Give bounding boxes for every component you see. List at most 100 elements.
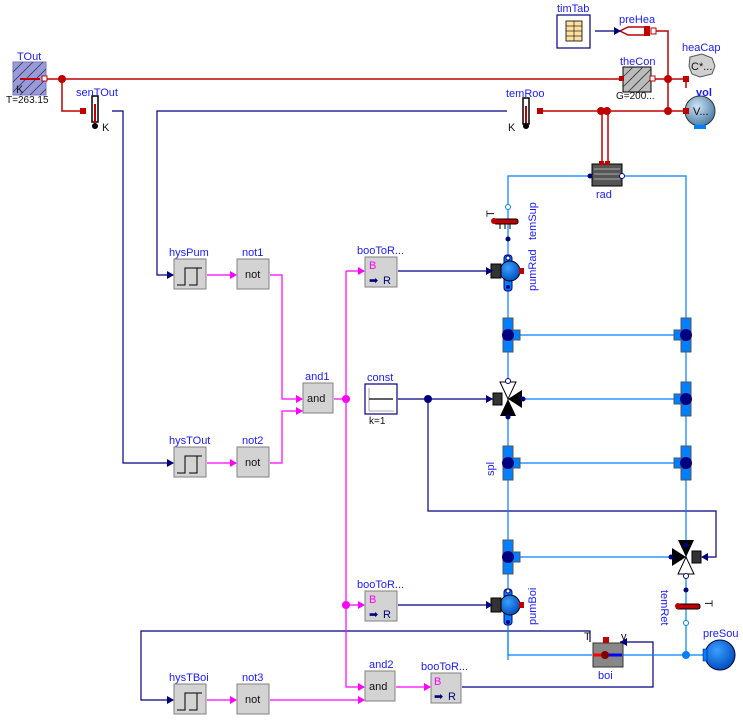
- sig-booToRea3-boi: [462, 641, 654, 688]
- theCon-param: G=200...: [616, 91, 655, 102]
- junction-dots: [58, 75, 690, 659]
- not3-label: not3: [242, 672, 263, 684]
- vol-label: vol: [696, 87, 712, 99]
- component-hysPum[interactable]: hysPum: [169, 247, 209, 290]
- and1-label: and1: [305, 371, 329, 383]
- booToRea2-out: R: [383, 609, 391, 621]
- temSup-label: temSup: [527, 202, 539, 240]
- booToRea3-label: booToR...: [421, 661, 468, 673]
- component-preHea[interactable]: preHea: [618, 14, 657, 36]
- sig-temRoo-hysPum: [156, 110, 507, 276]
- heat-connections: [30, 30, 687, 163]
- signal-connections: [112, 30, 717, 701]
- const-param: k=1: [369, 416, 386, 427]
- booToRea1-arrow: ➡: [369, 275, 378, 287]
- component-preSou[interactable]: preSou: [702, 628, 738, 671]
- component-hysTOut[interactable]: hysTOut: [169, 435, 210, 478]
- tee-left-4: [502, 539, 521, 575]
- component-temRoo[interactable]: K temRoo: [506, 88, 545, 134]
- component-booToRea2[interactable]: B ➡ R booToR...: [357, 579, 404, 622]
- temRoo-unit: K: [508, 122, 516, 134]
- tee-left-1: [502, 317, 521, 353]
- arrowheads: [167, 27, 708, 704]
- senTOut-unit: K: [102, 122, 110, 134]
- and1-text: and: [307, 393, 325, 405]
- not1-label: not1: [242, 247, 263, 259]
- TOut-label: TOut: [17, 51, 41, 63]
- fluid-connections: [507, 175, 705, 660]
- vol-text: V...: [693, 106, 709, 118]
- temRet-port: T: [702, 600, 714, 607]
- temRoo-label: temRoo: [506, 88, 545, 100]
- component-temSup[interactable]: T temSup: [485, 202, 539, 242]
- and2-label: and2: [369, 659, 393, 671]
- theCon-label: theCon: [620, 56, 655, 68]
- component-pumBoi[interactable]: pumBoi: [490, 588, 539, 626]
- hysTBoi-label: hysTBoi: [169, 672, 209, 684]
- component-timTab[interactable]: timTab: [556, 3, 591, 49]
- booToRea3-in: B: [434, 676, 441, 688]
- component-vol[interactable]: V... vol: [683, 87, 716, 129]
- booToRea2-arrow: ➡: [369, 609, 378, 621]
- tee-right-3: [673, 445, 692, 481]
- fluid-to-boi: [507, 630, 592, 656]
- TOut-param: T=263.15: [6, 95, 49, 106]
- heaCap-text: C*...: [691, 61, 712, 73]
- component-valve-mix[interactable]: [492, 378, 526, 420]
- const-label: const: [367, 372, 393, 384]
- booToRea1-out: R: [383, 275, 391, 287]
- pumBoi-label: pumBoi: [527, 588, 539, 625]
- bool-not2-and1: [270, 410, 302, 464]
- component-const[interactable]: const k=1: [364, 372, 398, 427]
- temRet-label: temRet: [658, 590, 670, 625]
- fluid-return-right: [622, 175, 687, 560]
- preSou-label: preSou: [703, 628, 738, 640]
- booToRea2-in: B: [369, 594, 376, 606]
- not3-text: not: [245, 694, 260, 706]
- component-and2[interactable]: and and2: [364, 659, 396, 702]
- tee-left-3: [502, 445, 521, 481]
- booToRea3-arrow: ➡: [434, 691, 443, 703]
- booToRea3-out: R: [448, 691, 456, 703]
- temSup-port: T: [485, 210, 497, 217]
- component-boi[interactable]: T y boi: [584, 631, 627, 682]
- spl-label: spl: [485, 462, 497, 476]
- component-booToRea3[interactable]: B ➡ R booToR...: [421, 661, 468, 704]
- boi-port-T: T: [584, 631, 591, 643]
- preHea-label: preHea: [619, 14, 656, 26]
- sig-senTOut-hysTOut: [112, 110, 173, 464]
- diagram-canvas: K TOut T=263.15 K senTOut K temRoo timTa…: [6, 3, 738, 715]
- component-pumRad[interactable]: pumRad: [490, 249, 539, 292]
- booToRea1-label: booToR...: [357, 245, 404, 257]
- tee-right-2: [673, 381, 692, 417]
- component-senTOut[interactable]: K senTOut: [76, 87, 118, 134]
- bool-not1-and1: [270, 274, 302, 400]
- heaCap-label: heaCap: [682, 42, 721, 54]
- pumRad-label: pumRad: [527, 249, 539, 291]
- sig-const-valve2: [427, 399, 717, 558]
- and2-text: and: [369, 681, 387, 693]
- tee-right-1: [673, 317, 692, 353]
- component-not2[interactable]: not not2: [236, 435, 270, 478]
- hysPum-label: hysPum: [169, 247, 209, 259]
- not1-text: not: [245, 269, 260, 281]
- senTOut-label: senTOut: [76, 87, 118, 99]
- component-booToRea1[interactable]: B ➡ R booToR...: [357, 245, 404, 288]
- component-TOut[interactable]: K TOut T=263.15: [6, 51, 49, 106]
- component-theCon[interactable]: theCon G=200...: [616, 56, 656, 102]
- booToRea2-label: booToR...: [357, 579, 404, 591]
- component-and1[interactable]: and and1: [302, 371, 334, 414]
- component-hysTBoi[interactable]: hysTBoi: [169, 672, 209, 715]
- rad-label: rad: [596, 189, 612, 201]
- component-valve-ret[interactable]: [668, 540, 702, 579]
- hysTOut-label: hysTOut: [169, 435, 210, 447]
- component-not3[interactable]: not not3: [236, 672, 270, 715]
- timTab-label: timTab: [557, 3, 589, 15]
- component-not1[interactable]: not not1: [236, 247, 270, 290]
- component-rad[interactable]: rad: [587, 161, 625, 201]
- heat-line-preHea: [655, 30, 669, 111]
- boi-label: boi: [598, 670, 613, 682]
- not2-text: not: [245, 457, 260, 469]
- booToRea1-in: B: [369, 260, 376, 272]
- component-heaCap[interactable]: C*... heaCap: [682, 42, 721, 82]
